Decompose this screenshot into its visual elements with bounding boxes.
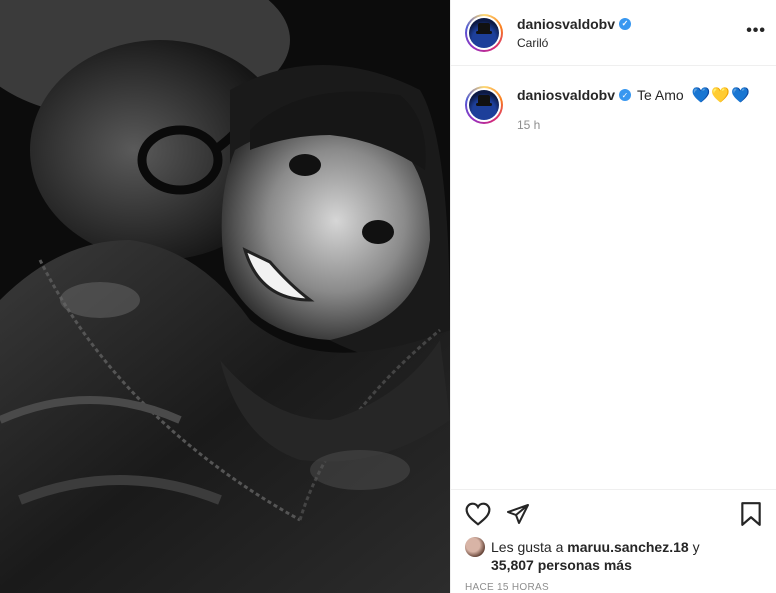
- caption-comment: daniosvaldobv ✓ Te Amo 💙 💛 💙 15 h: [451, 66, 776, 132]
- instagram-post: daniosvaldobv ✓ Cariló ••• daniosvaldobv…: [0, 0, 776, 593]
- verified-badge-icon: ✓: [619, 89, 632, 101]
- likes-prefix: Les gusta a: [491, 539, 564, 555]
- caption-text: Te Amo: [637, 87, 684, 103]
- blue-heart-emoji: 💙: [691, 87, 711, 104]
- caption-username[interactable]: daniosvaldobv: [517, 87, 615, 103]
- blue-heart-emoji: 💙: [731, 87, 750, 104]
- post-location[interactable]: Cariló: [517, 36, 631, 50]
- heart-outline-icon[interactable]: [465, 502, 491, 526]
- post-photo[interactable]: [0, 0, 450, 593]
- author-avatar[interactable]: [465, 13, 503, 52]
- caption-avatar[interactable]: [465, 86, 503, 124]
- post-footer: Les gusta a maruu.sanchez.18 y 35,807 pe…: [451, 489, 776, 593]
- action-bar: [451, 490, 776, 538]
- likes-count[interactable]: 35,807: [491, 557, 534, 573]
- likes-suffix[interactable]: personas más: [538, 557, 632, 573]
- caption-time[interactable]: 15 h: [517, 118, 750, 132]
- liker-username[interactable]: maruu.sanchez.18: [567, 539, 688, 555]
- post-header: daniosvaldobv ✓ Cariló •••: [451, 0, 776, 66]
- post-photo-image: [0, 0, 450, 593]
- bookmark-icon[interactable]: [740, 501, 762, 527]
- heart-emojis: 💙 💛 💙: [692, 86, 750, 104]
- likes-summary: Les gusta a maruu.sanchez.18 y 35,807 pe…: [451, 537, 776, 574]
- post-sidebar: daniosvaldobv ✓ Cariló ••• daniosvaldobv…: [450, 0, 776, 593]
- avatar-image: [469, 17, 499, 48]
- liker-avatar[interactable]: [465, 537, 485, 557]
- author-username[interactable]: daniosvaldobv: [517, 16, 615, 32]
- more-options-icon[interactable]: •••: [746, 22, 766, 40]
- paper-plane-icon[interactable]: [505, 502, 531, 526]
- avatar-image: [469, 90, 499, 120]
- verified-badge-icon: ✓: [619, 17, 632, 30]
- post-timestamp[interactable]: HACE 15 HORAS: [451, 582, 776, 593]
- yellow-heart-emoji: 💛: [711, 87, 731, 104]
- likes-joiner: y: [692, 539, 700, 555]
